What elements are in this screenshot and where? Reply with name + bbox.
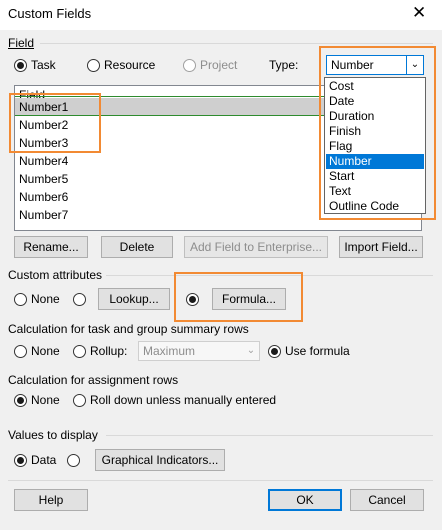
custom-none-radio[interactable] (14, 293, 27, 306)
summary-none-label: None (31, 344, 60, 358)
footer-divider (8, 480, 433, 481)
data-radio[interactable] (14, 454, 27, 467)
rename-button[interactable]: Rename... (14, 236, 88, 258)
summary-rows-label: Calculation for task and group summary r… (8, 322, 249, 336)
import-field-button[interactable]: Import Field... (339, 236, 423, 258)
task-radio-label: Task (31, 58, 56, 72)
resource-radio-label: Resource (104, 58, 156, 72)
custom-attributes-label: Custom attributes (8, 268, 103, 282)
type-label: Type: (269, 58, 299, 72)
add-to-enterprise-button[interactable]: Add Field to Enterprise... (184, 236, 328, 258)
rollup-label: Rollup: (90, 344, 128, 358)
field-group-label: Field (8, 36, 34, 50)
rolldown-radio[interactable] (73, 394, 86, 407)
assignment-none-radio[interactable] (14, 394, 27, 407)
use-formula-label: Use formula (285, 344, 350, 358)
use-formula-radio[interactable] (268, 345, 281, 358)
rolldown-label: Roll down unless manually entered (90, 393, 277, 407)
highlight-number-items (9, 93, 101, 153)
task-radio[interactable] (14, 59, 27, 72)
values-divider (106, 435, 433, 436)
custom-none-label: None (31, 292, 60, 306)
project-radio-label: Project (200, 58, 238, 72)
dialog-title: Custom Fields (8, 6, 92, 21)
cancel-button[interactable]: Cancel (350, 489, 424, 511)
values-to-display-label: Values to display (8, 428, 98, 442)
data-label: Data (31, 453, 57, 467)
field-group-divider (40, 43, 433, 44)
rollup-dropdown-value: Maximum (143, 344, 196, 358)
rollup-dropdown[interactable]: Maximum ⌄ (138, 341, 260, 361)
highlight-formula (174, 272, 303, 322)
project-radio[interactable] (183, 59, 196, 72)
assignment-rows-label: Calculation for assignment rows (8, 373, 179, 387)
chevron-down-icon: ⌄ (246, 345, 256, 356)
lookup-radio[interactable] (73, 293, 86, 306)
field-group-label-text: Field (8, 36, 35, 50)
rollup-radio[interactable] (73, 345, 86, 358)
delete-button[interactable]: Delete (101, 236, 173, 258)
lookup-button[interactable]: Lookup... (98, 288, 170, 310)
resource-radio[interactable] (87, 59, 100, 72)
assignment-none-label: None (31, 393, 60, 407)
ok-button[interactable]: OK (268, 489, 342, 511)
summary-none-radio[interactable] (14, 345, 27, 358)
highlight-type-dropdown (319, 46, 436, 220)
graphical-radio[interactable] (67, 454, 80, 467)
help-button[interactable]: Help (14, 489, 88, 511)
close-icon[interactable]: ✕ (412, 3, 426, 23)
graphical-indicators-button[interactable]: Graphical Indicators... (95, 449, 225, 471)
